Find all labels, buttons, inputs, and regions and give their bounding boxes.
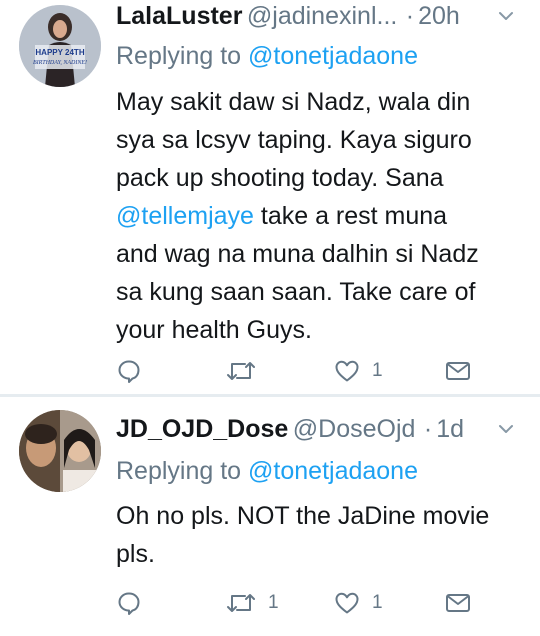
like-count: 1	[372, 360, 383, 381]
like-button[interactable]: 1	[334, 588, 383, 618]
tweet-text-line: sa kung saan saan. Take care of	[116, 278, 476, 306]
direct-message-button[interactable]	[445, 588, 471, 618]
tweet-actions: 1 1	[0, 588, 540, 618]
tweet-text-line: May sakit daw si Nadz, wala din	[116, 88, 471, 116]
chevron-down-icon[interactable]	[496, 6, 516, 26]
retweet-count: 1	[268, 592, 279, 613]
replying-to-label: Replying to	[116, 42, 242, 70]
tweet[interactable]: JD_OJD_Dose @DoseOjd · 1d Replying to @to…	[0, 397, 540, 636]
direct-message-button[interactable]	[445, 356, 471, 386]
user-handle[interactable]: @DoseOjd	[293, 415, 416, 443]
tweet-header: JD_OJD_Dose @DoseOjd · 1d	[116, 415, 522, 449]
user-handle[interactable]: @jadinexinl...	[247, 2, 397, 31]
like-count: 1	[372, 592, 383, 613]
retweet-button[interactable]	[226, 356, 268, 386]
reply-button[interactable]	[116, 356, 154, 386]
like-icon	[335, 360, 359, 382]
tweet-actions: 1	[0, 356, 540, 386]
chevron-down-icon[interactable]	[496, 419, 516, 439]
separator-dot: ·	[423, 415, 433, 443]
timestamp[interactable]: 1d	[436, 415, 464, 443]
avatar-image	[19, 410, 101, 492]
like-icon	[335, 592, 359, 614]
avatar[interactable]: HAPPY 24TH BIRTHDAY, NADINE!	[19, 5, 101, 87]
like-button[interactable]: 1	[334, 356, 383, 386]
tweet-text-line: pack up shooting today. Sana	[116, 164, 444, 192]
reply-icon	[118, 592, 140, 615]
tweet-text-line: and wag na muna dalhin si Nadz	[116, 240, 479, 268]
tweet-header: LalaLuster @jadinexinl... · 20h	[116, 2, 522, 36]
avatar-caption-line2: BIRTHDAY, NADINE!	[33, 60, 87, 66]
separator-dot: ·	[405, 2, 415, 30]
tweet-text-line: @tellemjaye take a rest muna	[116, 197, 526, 235]
reply-icon	[118, 360, 140, 383]
tweet-text-line: sya sa lcsyv taping. Kaya siguro	[116, 126, 472, 154]
tweet-text: May sakit daw si Nadz, wala din sya sa l…	[116, 83, 526, 349]
retweet-icon	[227, 362, 255, 380]
replying-to-label: Replying to	[116, 457, 242, 485]
retweet-icon	[227, 594, 255, 612]
replying-to: Replying to @tonetjadaone	[116, 42, 418, 71]
tweet-text-line: Oh no pls. NOT the JaDine movie	[116, 502, 490, 530]
tweet-text: Oh no pls. NOT the JaDine movie pls.	[116, 497, 526, 573]
avatar[interactable]	[19, 410, 101, 492]
retweet-button[interactable]: 1	[226, 588, 279, 618]
replying-to: Replying to @tonetjadaone	[116, 457, 418, 486]
tweet-text-fragment: take a rest muna	[253, 202, 448, 230]
display-name[interactable]: JD_OJD_Dose	[116, 415, 288, 443]
direct-message-icon	[446, 362, 470, 380]
mention-link[interactable]: @tellemjaye	[116, 202, 254, 230]
avatar-caption-line1: HAPPY 24TH	[35, 48, 84, 57]
reply-button[interactable]	[116, 588, 154, 618]
avatar-image: HAPPY 24TH BIRTHDAY, NADINE!	[19, 5, 101, 87]
direct-message-icon	[446, 594, 470, 612]
timestamp[interactable]: 20h	[418, 2, 460, 30]
display-name[interactable]: LalaLuster	[116, 2, 242, 30]
tweet-text-line: your health Guys.	[116, 316, 312, 344]
tweet[interactable]: HAPPY 24TH BIRTHDAY, NADINE! LalaLuster …	[0, 0, 540, 394]
replying-to-mention[interactable]: @tonetjadaone	[248, 42, 418, 70]
tweet-text-line: pls.	[116, 540, 155, 568]
replying-to-mention[interactable]: @tonetjadaone	[248, 457, 418, 485]
